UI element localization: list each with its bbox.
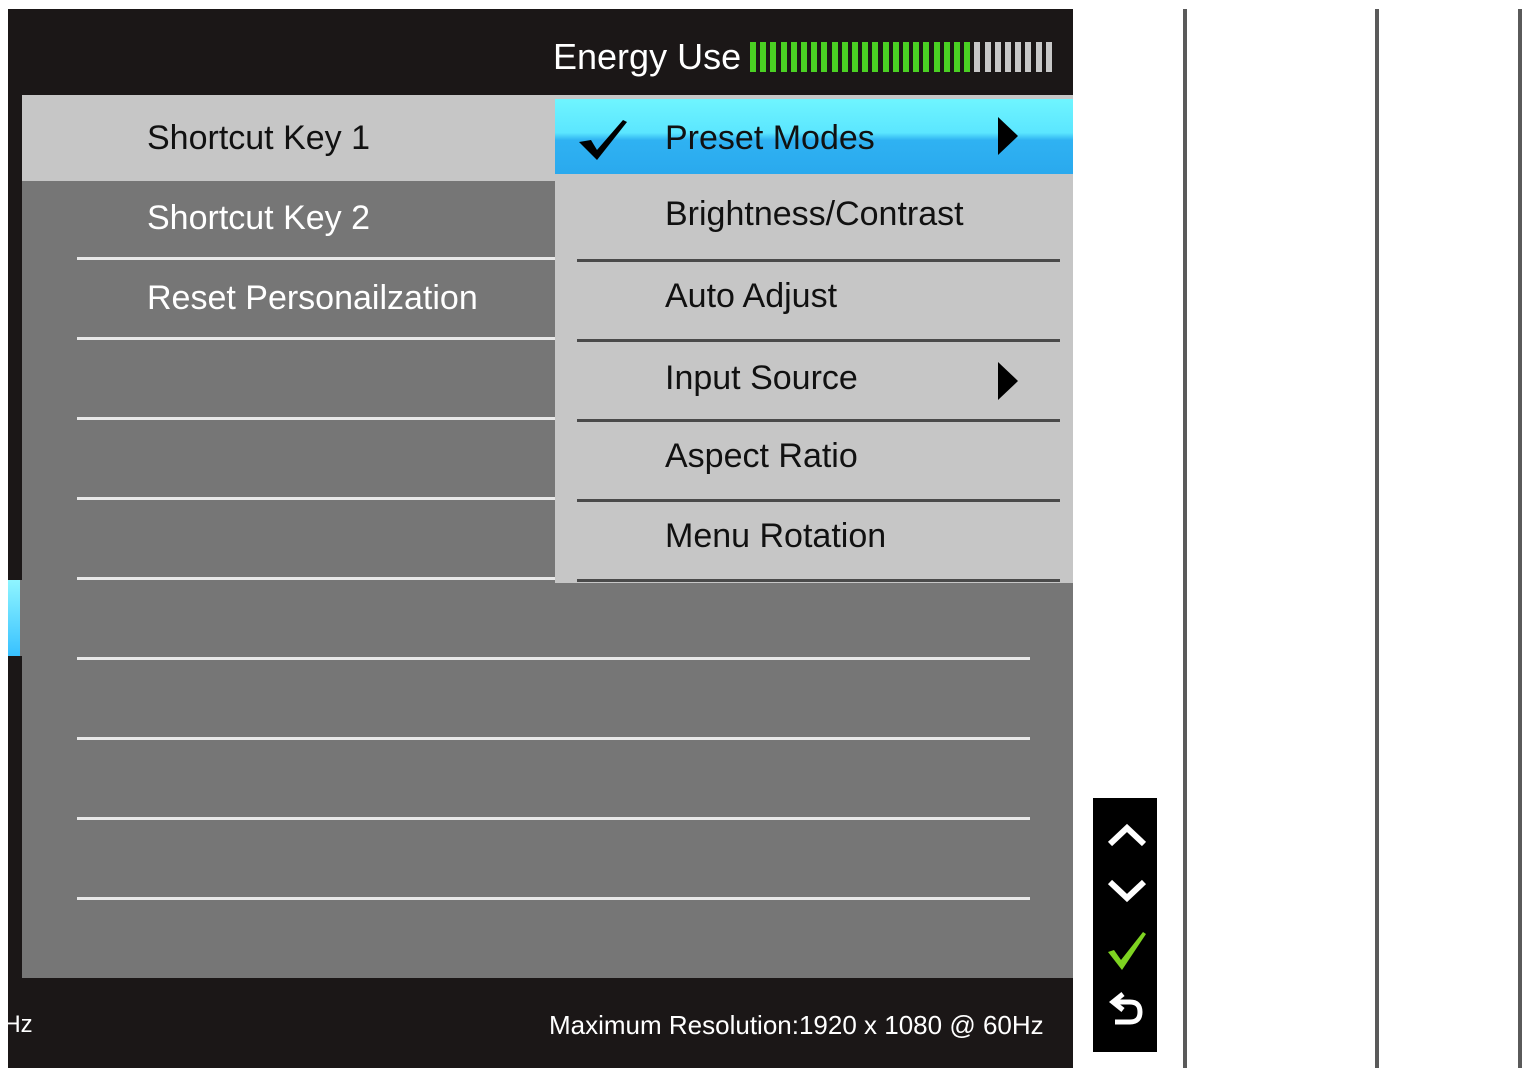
energy-meter-bar <box>770 42 777 72</box>
energy-use-meter <box>750 42 1056 72</box>
energy-meter-bar <box>872 42 879 72</box>
back-arrow-icon <box>1108 992 1143 1025</box>
left-strip <box>8 95 22 580</box>
column-divider <box>1183 9 1187 1068</box>
menu-divider <box>77 577 555 580</box>
menu-divider <box>77 337 555 340</box>
status-left-value: 0Hz <box>8 1011 33 1038</box>
energy-meter-bar <box>933 42 940 72</box>
submenu-item-aspect-ratio[interactable]: Aspect Ratio <box>665 436 858 476</box>
menu-divider <box>77 417 555 420</box>
left-strip <box>8 656 22 978</box>
arrow-right-icon <box>998 117 1018 155</box>
energy-meter-bar <box>903 42 909 72</box>
energy-meter-bar <box>882 42 889 72</box>
energy-meter-bar <box>964 42 971 72</box>
menu-item-reset-personalization[interactable]: Reset Personailzation <box>147 278 478 318</box>
submenu-divider <box>577 579 1060 582</box>
energy-meter-bar <box>1015 42 1022 72</box>
back-button[interactable] <box>1093 986 1157 1042</box>
energy-meter-bar <box>831 42 838 72</box>
ok-button[interactable] <box>1093 922 1157 978</box>
energy-meter-bar <box>913 42 920 72</box>
energy-meter-bar <box>811 42 818 72</box>
menu-divider <box>77 897 1030 900</box>
submenu-item-preset-modes[interactable]: Preset Modes <box>665 118 875 158</box>
chevron-down-icon <box>1107 879 1147 903</box>
submenu-item-auto-adjust[interactable]: Auto Adjust <box>665 276 837 316</box>
energy-meter-bar <box>892 42 899 72</box>
energy-meter-bar <box>984 42 991 72</box>
menu-divider <box>77 817 1030 820</box>
column-divider <box>1518 9 1522 1068</box>
energy-meter-bar <box>994 42 1001 72</box>
left-strip-highlight <box>8 580 20 656</box>
chevron-up-icon <box>1107 823 1147 847</box>
submenu-divider <box>577 499 1060 502</box>
menu-divider <box>77 257 555 260</box>
down-button[interactable] <box>1093 862 1157 918</box>
submenu-panel <box>555 580 577 583</box>
column-divider <box>1375 9 1379 1068</box>
energy-use-label: Energy Use <box>553 36 742 77</box>
energy-meter-bar <box>1025 42 1032 72</box>
submenu-item-menu-rotation[interactable]: Menu Rotation <box>665 516 886 556</box>
energy-meter-bar <box>1005 42 1011 72</box>
submenu-divider <box>577 259 1060 262</box>
up-button[interactable] <box>1093 806 1157 862</box>
energy-meter-bar <box>862 42 869 72</box>
checkmark-icon <box>579 120 627 160</box>
energy-meter-bar <box>750 42 756 72</box>
energy-meter-bar <box>790 42 797 72</box>
menu-item-shortcut-key-1[interactable]: Shortcut Key 1 <box>147 118 370 158</box>
energy-meter-bar <box>1035 42 1042 72</box>
menu-divider <box>77 657 1030 660</box>
checkmark-icon <box>1108 932 1146 970</box>
energy-meter-bar <box>923 42 930 72</box>
energy-meter-bar <box>841 42 848 72</box>
menu-item-shortcut-key-2[interactable]: Shortcut Key 2 <box>147 198 370 238</box>
status-left-text: 0Hz <box>8 1008 48 1042</box>
max-resolution-text: Maximum Resolution:1920 x 1080 @ 60Hz <box>549 1010 1044 1040</box>
energy-meter-bar <box>801 42 807 72</box>
energy-meter-bar <box>760 42 767 72</box>
menu-divider <box>77 497 555 500</box>
energy-meter-bar <box>780 42 787 72</box>
energy-meter-bar <box>974 42 981 72</box>
energy-meter-bar <box>821 42 828 72</box>
menu-divider <box>77 737 1030 740</box>
energy-meter-bar <box>852 42 858 72</box>
energy-meter-bar <box>943 42 950 72</box>
monitor-button-panel <box>1093 798 1157 1052</box>
submenu-divider <box>577 339 1060 342</box>
submenu-item-input-source[interactable]: Input Source <box>665 358 858 398</box>
submenu-item-brightness-contrast[interactable]: Brightness/Contrast <box>665 194 964 234</box>
submenu-divider <box>577 419 1060 422</box>
energy-meter-bar <box>1045 42 1052 72</box>
arrow-right-icon <box>998 362 1018 400</box>
energy-meter-bar <box>954 42 960 72</box>
